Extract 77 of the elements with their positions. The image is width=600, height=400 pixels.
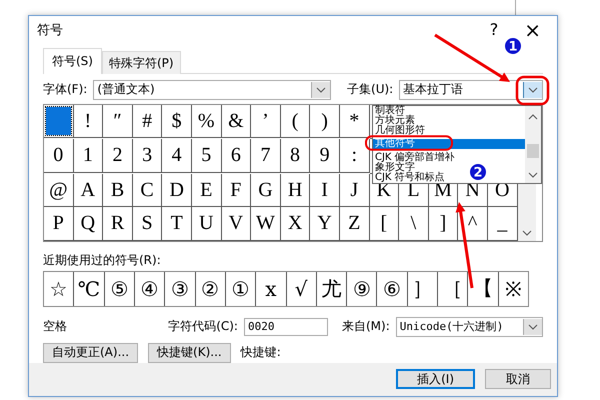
symbol-cell[interactable]: 5 [192,139,222,173]
scrollbar-thumb[interactable] [527,144,539,158]
symbol-cell[interactable]: _ [488,207,518,241]
symbol-cell[interactable]: 6 [222,139,252,173]
chevron-up-icon[interactable] [528,112,538,121]
caret-icon [528,86,538,94]
symbol-cell[interactable]: ) [310,104,340,138]
symbol-cell[interactable]: ] [428,207,458,241]
symbol-cell[interactable]: ( [280,104,310,138]
recent-symbols-label: 近期使用过的符号(R): [43,252,161,269]
symbol-cell[interactable]: 3 [132,139,162,173]
tab[interactable]: 特殊字符(P) [102,50,181,74]
char-code-label: 字符代码(C): [168,318,238,336]
caret-icon [316,86,326,94]
symbol-cell[interactable]: P [44,207,74,241]
step-badge: 1 [503,36,523,56]
symbol-cell[interactable]: C [132,174,162,208]
from-label: 来自(M): [342,318,390,336]
symbol-cell[interactable]: U [192,207,222,241]
symbol-cell[interactable]: % [192,104,222,138]
symbol-cell[interactable]: R [103,207,133,241]
dialog-button[interactable]: 自动更正(A)... [43,342,138,363]
symbol-cell[interactable]: Y [310,207,340,241]
symbol-cell[interactable]: 4 [162,139,192,173]
font-select[interactable]: (普通文本) [93,80,332,100]
symbol-cell[interactable]: * [340,104,370,138]
shortcut-label: 快捷键: [240,344,281,362]
symbol-cell[interactable]: F [222,174,252,208]
symbol-cell[interactable]: 7 [251,139,281,173]
symbol-cell[interactable]: 1 [74,139,104,173]
symbol-cell[interactable]: : [340,139,370,173]
symbol-cell[interactable]: J [340,174,370,208]
symbol-cell[interactable]: A [74,174,104,208]
symbol-cell[interactable]: D [162,174,192,208]
symbol-cell[interactable]: V [222,207,252,241]
symbol-cell[interactable]: Q [74,207,104,241]
symbol-cell[interactable]: 0 [44,139,74,173]
subset-label: 子集(U): [347,81,394,98]
subset-select[interactable]: 基本拉丁语 [399,80,543,100]
chevron-down-icon[interactable] [528,170,538,179]
symbol-cell[interactable]: T [162,207,192,241]
window-title: 符号 [37,22,64,39]
symbol-cell[interactable] [44,104,74,138]
symbol-cell[interactable]: I [310,174,340,208]
symbol-cell[interactable]: X [280,207,310,241]
symbol-cell[interactable]: H [280,174,310,208]
from-select[interactable]: Unicode(十六进制) [396,316,543,337]
caret-icon [528,322,538,331]
scrollbar[interactable] [525,106,541,183]
symbol-cell[interactable]: W [251,207,281,241]
symbol-cell[interactable]: Z [340,207,370,241]
symbol-cell[interactable]: [ [370,207,400,241]
symbol-cell[interactable]: E [192,174,222,208]
insert-button[interactable]: 插入(I) [396,369,475,390]
dialog-button[interactable]: 快捷键(K)... [148,342,231,363]
symbol-cell[interactable]: & [222,104,252,138]
char-code-field[interactable]: 0020 [244,318,328,336]
symbol-cell[interactable]: ″ [103,104,133,138]
symbol-cell[interactable]: 2 [103,139,133,173]
symbol-cell[interactable]: @ [44,174,74,208]
symbol-cell[interactable]: 9 [310,139,340,173]
font-label: 字体(F): [43,81,88,98]
cancel-button[interactable]: 取消 [485,369,551,390]
symbol-cell[interactable]: ! [74,104,104,138]
highlight-frame [516,76,550,106]
character-name: 空格 [43,318,68,336]
symbol-cell[interactable]: ’ [251,104,281,138]
tab[interactable]: 符号(S) [43,48,102,74]
symbol-cell[interactable]: $ [162,104,192,138]
symbol-cell[interactable]: B [103,174,133,208]
step-badge: 2 [468,162,488,182]
symbol-cell[interactable]: # [132,104,162,138]
symbol-cell[interactable]: 8 [280,139,310,173]
symbol-cell[interactable]: G [251,174,281,208]
symbol-cell[interactable]: S [132,207,162,241]
symbol-cell[interactable]: \ [399,207,429,241]
chevron-down-icon[interactable] [522,228,532,237]
